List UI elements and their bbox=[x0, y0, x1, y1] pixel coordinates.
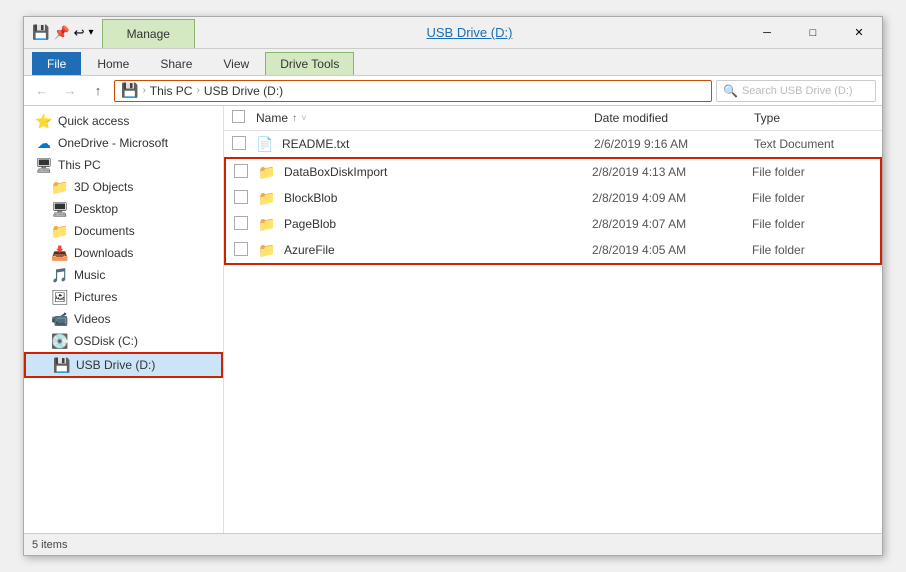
header-name[interactable]: Name ↑ ˅ bbox=[256, 111, 594, 125]
row-check-blockblob[interactable] bbox=[234, 190, 258, 207]
header-checkbox[interactable] bbox=[232, 110, 256, 126]
file-date-pageblob: 2/8/2019 4:07 AM bbox=[592, 217, 752, 231]
file-type-azurefile: File folder bbox=[752, 243, 872, 257]
main-area: ⭐ Quick access ☁ OneDrive - Microsoft 🖥 … bbox=[24, 106, 882, 533]
file-name-pageblob: 📁 PageBlob bbox=[258, 215, 592, 233]
address-path[interactable]: 💾 › This PC › USB Drive (D:) bbox=[114, 80, 712, 102]
file-row-readme[interactable]: 📄 README.txt 2/6/2019 9:16 AM Text Docum… bbox=[224, 131, 882, 157]
tab-home[interactable]: Home bbox=[82, 52, 144, 75]
sort-arrow-icon: ↑ bbox=[292, 113, 297, 124]
file-name-databoxdisk: 📁 DataBoxDiskImport bbox=[258, 163, 592, 181]
undo-btn[interactable]: ↩ bbox=[74, 25, 85, 41]
dropdown-arrow[interactable]: ▾ bbox=[89, 27, 94, 38]
sidebar: ⭐ Quick access ☁ OneDrive - Microsoft 🖥 … bbox=[24, 106, 224, 533]
sidebar-item-music[interactable]: 🎵 Music bbox=[24, 264, 223, 286]
sidebar-item-onedrive[interactable]: ☁ OneDrive - Microsoft bbox=[24, 132, 223, 154]
close-button[interactable]: ✕ bbox=[836, 17, 882, 49]
3d-objects-icon: 📁 bbox=[52, 179, 68, 195]
file-list-header: Name ↑ ˅ Date modified Type bbox=[224, 106, 882, 131]
address-bar: ← → ↑ 💾 › This PC › USB Drive (D:) 🔍 Sea… bbox=[24, 76, 882, 106]
folder-icon-blockblob: 📁 bbox=[258, 189, 276, 207]
tab-drive-tools[interactable]: Drive Tools bbox=[265, 52, 354, 75]
quick-access-pin[interactable]: 📌 bbox=[53, 25, 69, 41]
desktop-icon: 🖥 bbox=[52, 201, 68, 217]
onedrive-icon: ☁ bbox=[36, 135, 52, 151]
folder-icon-azurefile: 📁 bbox=[258, 241, 276, 259]
file-row-databoxdisk[interactable]: 📁 DataBoxDiskImport 2/8/2019 4:13 AM Fil… bbox=[224, 157, 882, 185]
search-box[interactable]: 🔍 Search USB Drive (D:) bbox=[716, 80, 876, 102]
window-icon: 💾 bbox=[32, 24, 49, 41]
music-icon: 🎵 bbox=[52, 267, 68, 283]
downloads-icon: 📥 bbox=[52, 245, 68, 261]
pictures-icon: 🖼 bbox=[52, 289, 68, 305]
sidebar-item-3d-objects[interactable]: 📁 3D Objects bbox=[24, 176, 223, 198]
ribbon-tabs: File Home Share View Drive Tools bbox=[24, 49, 882, 75]
osdisk-icon: 💽 bbox=[52, 333, 68, 349]
back-button[interactable]: ← bbox=[30, 79, 54, 103]
file-type-readme: Text Document bbox=[754, 137, 874, 151]
sidebar-item-documents[interactable]: 📁 Documents bbox=[24, 220, 223, 242]
file-row-azurefile[interactable]: 📁 AzureFile 2/8/2019 4:05 AM File folder bbox=[224, 237, 882, 265]
file-date-azurefile: 2/8/2019 4:05 AM bbox=[592, 243, 752, 257]
status-bar: 5 items bbox=[24, 533, 882, 555]
address-drive-icon: 💾 bbox=[121, 82, 138, 99]
this-pc-icon: 🖥 bbox=[36, 157, 52, 173]
ribbon: File Home Share View Drive Tools bbox=[24, 49, 882, 76]
file-name-readme: 📄 README.txt bbox=[256, 135, 594, 153]
sidebar-item-desktop[interactable]: 🖥 Desktop bbox=[24, 198, 223, 220]
tab-file[interactable]: File bbox=[32, 52, 81, 75]
folder-icon-databoxdisk: 📁 bbox=[258, 163, 276, 181]
file-type-databoxdisk: File folder bbox=[752, 165, 872, 179]
maximize-button[interactable]: □ bbox=[790, 17, 836, 49]
tab-view[interactable]: View bbox=[208, 52, 264, 75]
sidebar-item-this-pc[interactable]: 🖥 This PC bbox=[24, 154, 223, 176]
minimize-button[interactable]: ─ bbox=[744, 17, 790, 49]
sidebar-item-downloads[interactable]: 📥 Downloads bbox=[24, 242, 223, 264]
file-type-blockblob: File folder bbox=[752, 191, 872, 205]
title-bar-left: 💾 📌 ↩ ▾ bbox=[24, 17, 102, 48]
title-bar: 💾 📌 ↩ ▾ Manage USB Drive (D:) ─ □ ✕ bbox=[24, 17, 882, 49]
file-name-azurefile: 📁 AzureFile bbox=[258, 241, 592, 259]
tab-share[interactable]: Share bbox=[145, 52, 207, 75]
search-placeholder: Search USB Drive (D:) bbox=[742, 85, 853, 97]
sidebar-item-quick-access[interactable]: ⭐ Quick access bbox=[24, 110, 223, 132]
row-check-pageblob[interactable] bbox=[234, 216, 258, 233]
quick-access-icon: ⭐ bbox=[36, 113, 52, 129]
search-icon: 🔍 bbox=[723, 84, 738, 98]
status-text: 5 items bbox=[32, 539, 67, 551]
file-name-blockblob: 📁 BlockBlob bbox=[258, 189, 592, 207]
file-type-pageblob: File folder bbox=[752, 217, 872, 231]
header-date[interactable]: Date modified bbox=[594, 111, 754, 125]
documents-icon: 📁 bbox=[52, 223, 68, 239]
address-usb-drive: USB Drive (D:) bbox=[204, 84, 283, 98]
forward-button[interactable]: → bbox=[58, 79, 82, 103]
file-row-blockblob[interactable]: 📁 BlockBlob 2/8/2019 4:09 AM File folder bbox=[224, 185, 882, 211]
txt-file-icon: 📄 bbox=[256, 135, 274, 153]
sidebar-item-videos[interactable]: 📹 Videos bbox=[24, 308, 223, 330]
sidebar-item-pictures[interactable]: 🖼 Pictures bbox=[24, 286, 223, 308]
chevron-down-icon: ˅ bbox=[301, 113, 307, 124]
up-button[interactable]: ↑ bbox=[86, 79, 110, 103]
file-list: Name ↑ ˅ Date modified Type 📄 README.txt… bbox=[224, 106, 882, 533]
file-date-blockblob: 2/8/2019 4:09 AM bbox=[592, 191, 752, 205]
row-check-readme[interactable] bbox=[232, 136, 256, 153]
sidebar-item-osdisk[interactable]: 💽 OSDisk (C:) bbox=[24, 330, 223, 352]
title-bar-title: USB Drive (D:) bbox=[195, 17, 744, 48]
file-date-readme: 2/6/2019 9:16 AM bbox=[594, 137, 754, 151]
header-type[interactable]: Type bbox=[754, 111, 874, 125]
explorer-window: 💾 📌 ↩ ▾ Manage USB Drive (D:) ─ □ ✕ File… bbox=[23, 16, 883, 556]
videos-icon: 📹 bbox=[52, 311, 68, 327]
row-check-databoxdisk[interactable] bbox=[234, 164, 258, 181]
manage-tab-title[interactable]: Manage bbox=[102, 19, 195, 48]
usb-drive-icon: 💾 bbox=[54, 357, 70, 373]
window-controls: ─ □ ✕ bbox=[744, 17, 882, 48]
file-date-databoxdisk: 2/8/2019 4:13 AM bbox=[592, 165, 752, 179]
address-this-pc: This PC bbox=[150, 84, 193, 98]
row-check-azurefile[interactable] bbox=[234, 242, 258, 259]
file-row-pageblob[interactable]: 📁 PageBlob 2/8/2019 4:07 AM File folder bbox=[224, 211, 882, 237]
folder-icon-pageblob: 📁 bbox=[258, 215, 276, 233]
sidebar-item-usb-drive[interactable]: 💾 USB Drive (D:) bbox=[24, 352, 223, 378]
